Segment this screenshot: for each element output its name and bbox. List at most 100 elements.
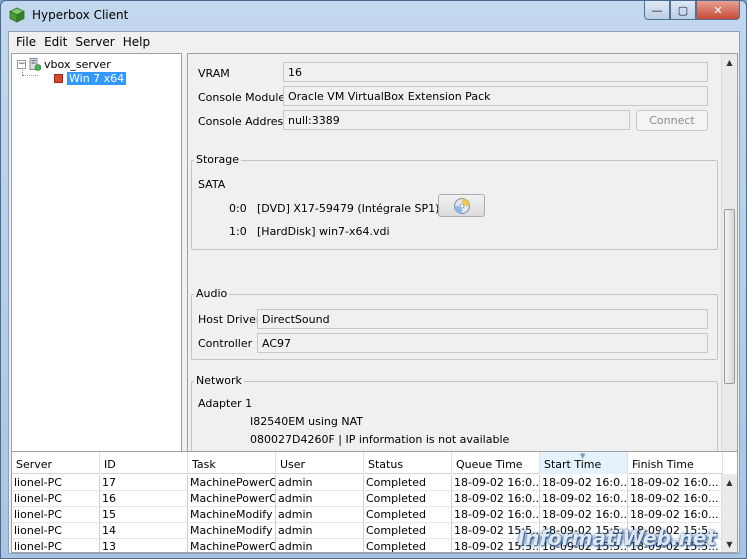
table-cell: lionel-PC bbox=[12, 539, 100, 552]
vram-label: VRAM bbox=[198, 67, 230, 80]
scroll-down-icon[interactable]: ▼ bbox=[722, 536, 737, 552]
client-area: File Edit Server Help − vbox_server Win … bbox=[8, 31, 740, 554]
host-driver-field: DirectSound bbox=[257, 309, 708, 329]
column-status[interactable]: Status bbox=[364, 452, 452, 474]
table-cell: MachinePowerOn bbox=[190, 491, 276, 507]
tree-item-vm[interactable]: Win 7 x64 bbox=[54, 72, 127, 85]
server-icon bbox=[29, 58, 41, 71]
console-module-field: Oracle VM VirtualBox Extension Pack bbox=[283, 86, 708, 106]
table-cell: MachineModify bbox=[188, 507, 276, 523]
table-cell: Completed bbox=[364, 523, 452, 539]
audio-controller-label: Controller bbox=[198, 337, 253, 350]
column-id[interactable]: ID bbox=[100, 452, 188, 474]
tree-connector bbox=[22, 75, 38, 76]
table-cell: Completed bbox=[364, 475, 452, 491]
watermark: InformatiWeb.net bbox=[517, 526, 716, 550]
table-cell: MachinePowerOff bbox=[190, 539, 276, 553]
table-cell: lionel-PC bbox=[12, 523, 100, 539]
table-cell: MachinePowerOff bbox=[190, 475, 276, 491]
storage-controller: SATA bbox=[198, 178, 226, 191]
network-title: Network bbox=[194, 374, 244, 387]
table-cell: 15 bbox=[100, 507, 188, 523]
table-cell: 14 bbox=[100, 523, 188, 539]
tree-item-server[interactable]: − vbox_server bbox=[17, 58, 111, 71]
table-cell: 18-09-02 16:0... bbox=[542, 491, 628, 507]
vm-details-panel: VRAM 16 Console Module Oracle VM Virtual… bbox=[187, 53, 738, 467]
table-cell: lionel-PC bbox=[12, 491, 100, 507]
table-cell: admin bbox=[276, 539, 364, 552]
console-address-label: Console Address bbox=[198, 115, 289, 128]
audio-title: Audio bbox=[194, 287, 230, 300]
mount-media-button[interactable] bbox=[438, 194, 485, 217]
network-mac-info: 080027D4260F | IP information is not ava… bbox=[250, 433, 510, 446]
column-start-time-label: Start Time bbox=[544, 458, 602, 471]
table-cell: 18-09-02 16:0... bbox=[454, 507, 540, 523]
table-cell: 16 bbox=[100, 491, 188, 507]
storage-device: [HardDisk] win7-x64.vdi bbox=[257, 225, 390, 238]
table-cell: lionel-PC bbox=[12, 507, 100, 523]
storage-title: Storage bbox=[194, 153, 242, 166]
sort-indicator-icon: ▼ bbox=[580, 452, 586, 460]
table-cell: admin bbox=[276, 523, 364, 539]
network-adapter: Adapter 1 bbox=[198, 397, 253, 410]
table-cell: 13 bbox=[100, 539, 188, 552]
host-driver-label: Host Driver bbox=[198, 313, 261, 326]
table-cell: 18-09-02 16:0... bbox=[542, 475, 628, 491]
table-cell: admin bbox=[276, 507, 364, 523]
column-server[interactable]: Server bbox=[12, 452, 100, 474]
close-button[interactable]: ✕ bbox=[696, 1, 740, 20]
scroll-up-icon[interactable]: ▲ bbox=[722, 474, 737, 490]
table-cell: admin bbox=[276, 475, 364, 491]
table-cell: 18-09-02 16:0... bbox=[628, 475, 723, 491]
vm-stopped-icon bbox=[54, 74, 63, 83]
menu-help[interactable]: Help bbox=[119, 35, 154, 49]
table-cell: admin bbox=[276, 491, 364, 507]
collapse-toggle-icon[interactable]: − bbox=[17, 60, 26, 69]
table-cell: 18-09-02 16:0... bbox=[628, 491, 723, 507]
menu-edit[interactable]: Edit bbox=[40, 35, 71, 49]
scroll-up-icon[interactable]: ▲ bbox=[722, 54, 737, 70]
connect-button[interactable]: Connect bbox=[636, 110, 708, 131]
maximize-button[interactable]: ▢ bbox=[670, 1, 696, 20]
menu-file[interactable]: File bbox=[12, 35, 40, 49]
table-cell: 18-09-02 16:0... bbox=[454, 475, 540, 491]
scroll-thumb[interactable] bbox=[724, 209, 735, 384]
column-task[interactable]: Task bbox=[188, 452, 276, 474]
table-row[interactable]: lionel-PC 17 MachinePowerOff admin Completed… bbox=[12, 475, 723, 491]
menu-bar: File Edit Server Help bbox=[9, 32, 739, 52]
table-row[interactable]: lionel-PC 15 MachineModify admin Completed 18… bbox=[12, 507, 723, 523]
column-finish-time[interactable]: Finish Time bbox=[628, 452, 723, 474]
console-module-label: Console Module bbox=[198, 91, 286, 104]
minimize-button[interactable]: — bbox=[644, 1, 670, 20]
table-cell: 17 bbox=[100, 475, 188, 491]
menu-server[interactable]: Server bbox=[71, 35, 118, 49]
storage-port: 0:0 bbox=[229, 202, 247, 215]
main-window: Hyperbox Client — ▢ ✕ File Edit Server H… bbox=[0, 0, 747, 559]
table-cell: Completed bbox=[364, 507, 452, 523]
network-adapter-type: I82540EM using NAT bbox=[250, 415, 364, 428]
table-cell: 18-09-02 16:0... bbox=[628, 507, 723, 523]
tree-label-vm: Win 7 x64 bbox=[67, 72, 127, 85]
table-cell: lionel-PC bbox=[12, 475, 100, 491]
column-user[interactable]: User bbox=[276, 452, 364, 474]
disc-icon bbox=[453, 197, 470, 214]
audio-controller-field: AC97 bbox=[257, 333, 708, 353]
window-title: Hyperbox Client bbox=[32, 8, 129, 22]
column-queue-time[interactable]: Queue Time bbox=[452, 452, 540, 474]
vram-field: 16 bbox=[283, 62, 708, 82]
table-cell: Completed bbox=[364, 539, 452, 552]
title-bar[interactable]: Hyperbox Client — ▢ ✕ bbox=[1, 1, 746, 30]
storage-device: [DVD] X17-59479 (Intégrale SP1).iso bbox=[257, 202, 459, 215]
column-start-time[interactable]: ▼ Start Time bbox=[540, 452, 628, 474]
details-scrollbar[interactable]: ▲ ▼ bbox=[721, 54, 737, 466]
app-icon bbox=[9, 7, 25, 23]
window-controls: — ▢ ✕ bbox=[644, 1, 740, 20]
table-header: Server ID Task User Status Queue Time ▼ … bbox=[12, 452, 723, 474]
tree-label-server: vbox_server bbox=[44, 58, 111, 71]
console-address-field: null:3389 bbox=[283, 110, 630, 130]
table-cell: Completed bbox=[364, 491, 452, 507]
table-row[interactable]: lionel-PC 16 MachinePowerOn admin Completed 1… bbox=[12, 491, 723, 507]
table-scrollbar[interactable]: ▲ ▼ bbox=[721, 474, 737, 552]
server-tree[interactable]: − vbox_server Win 7 x64 bbox=[11, 53, 182, 467]
storage-port: 1:0 bbox=[229, 225, 247, 238]
